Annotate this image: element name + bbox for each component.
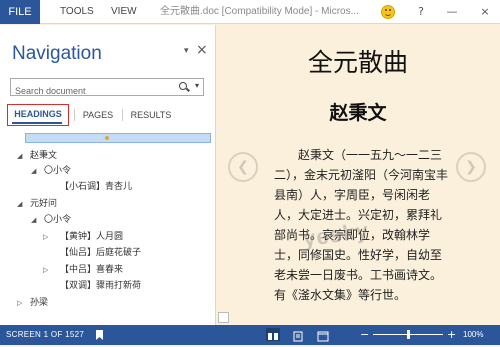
navigation-title: Navigation <box>12 43 102 64</box>
smiley-feedback-icon[interactable] <box>381 5 395 19</box>
web-page-icon <box>317 331 329 342</box>
expand-arrow-icon[interactable]: ▷ <box>17 296 22 310</box>
previous-screen-icon[interactable]: ❮ <box>228 152 258 182</box>
status-bar: SCREEN 1 OF 1527 − + 100% <box>0 325 500 345</box>
document-subheading: 赵秉文 <box>329 102 387 124</box>
position-marker-icon <box>105 136 109 140</box>
zoom-out-button[interactable]: − <box>360 325 369 345</box>
search-options-chevron-down-icon[interactable]: ▾ <box>195 81 199 90</box>
document-title: 全元散曲.doc [Compatibility Mode] - Micros..… <box>160 6 359 17</box>
print-layout-button[interactable] <box>291 328 305 342</box>
current-position-highlight[interactable] <box>25 133 211 143</box>
document-area: ❮ ❯ 全元散曲 赵秉文 赵秉文（一一五九～一二三二），金末元初滏阳（今河南宝丰… <box>216 25 500 325</box>
page-icon <box>293 331 303 342</box>
title-bar: FILE TOOLS VIEW 全元散曲.doc [Compatibility … <box>0 0 500 24</box>
search-box: ▾ <box>10 78 204 99</box>
next-screen-icon[interactable]: ❯ <box>456 152 486 182</box>
expand-arrow-icon[interactable]: ▷ <box>43 230 48 244</box>
tab-results[interactable]: RESULTS <box>126 104 176 126</box>
heading-item[interactable]: 〇小令 <box>44 164 71 178</box>
book-icon <box>268 333 278 340</box>
active-tab-underline <box>12 122 62 124</box>
minimize-button[interactable]: — <box>443 0 461 24</box>
help-button[interactable]: ? <box>412 0 430 24</box>
heading-item[interactable]: 赵秉文 <box>30 149 57 163</box>
collapse-arrow-icon[interactable]: ◢ <box>31 213 36 227</box>
file-tab[interactable]: FILE <box>0 0 40 24</box>
tab-pages[interactable]: PAGES <box>78 104 118 126</box>
heading-item[interactable]: 〇小令 <box>44 213 71 227</box>
pane-options-chevron-down-icon[interactable]: ▾ <box>184 46 189 56</box>
zoom-slider-thumb[interactable] <box>407 330 410 339</box>
heading-item[interactable]: 【黄钟】人月圆 <box>60 230 123 244</box>
collapse-arrow-icon[interactable]: ◢ <box>17 197 22 211</box>
document-heading: 全元散曲 <box>307 48 408 77</box>
expand-arrow-icon[interactable]: ▷ <box>43 263 48 277</box>
collapse-arrow-icon[interactable]: ◢ <box>17 149 22 163</box>
close-window-button[interactable]: × <box>476 0 494 24</box>
heading-item[interactable]: 【中吕】喜春来 <box>60 263 123 277</box>
read-mode-button[interactable] <box>266 328 280 341</box>
tab-divider <box>122 109 123 121</box>
close-pane-icon[interactable]: × <box>196 42 208 58</box>
menu-view[interactable]: VIEW <box>111 0 137 24</box>
heading-item[interactable]: 【小石调】青杏儿 <box>60 180 132 194</box>
search-input[interactable] <box>11 83 179 99</box>
heading-item[interactable]: 【仙吕】后庭花破子 <box>60 246 141 260</box>
heading-item[interactable]: 元好问 <box>30 197 57 211</box>
tab-divider <box>74 109 75 121</box>
heading-item[interactable]: 孙梁 <box>30 296 48 310</box>
menu-tools[interactable]: TOOLS <box>60 0 94 24</box>
bookmark-icon[interactable] <box>96 330 103 340</box>
page-indicator[interactable]: SCREEN 1 OF 1527 <box>6 325 84 345</box>
zoom-in-button[interactable]: + <box>447 325 456 345</box>
zoom-level[interactable]: 100% <box>463 325 483 345</box>
heading-item[interactable]: 【双调】骤雨打新荷 <box>60 279 141 293</box>
search-icon[interactable] <box>179 82 187 90</box>
collapse-arrow-icon[interactable]: ◢ <box>31 164 36 178</box>
page-corner-icon <box>218 312 229 323</box>
navigation-pane: Navigation ▾ × ▾ HEADINGS PAGES RESULTS … <box>0 25 215 325</box>
web-layout-button[interactable] <box>316 328 330 342</box>
